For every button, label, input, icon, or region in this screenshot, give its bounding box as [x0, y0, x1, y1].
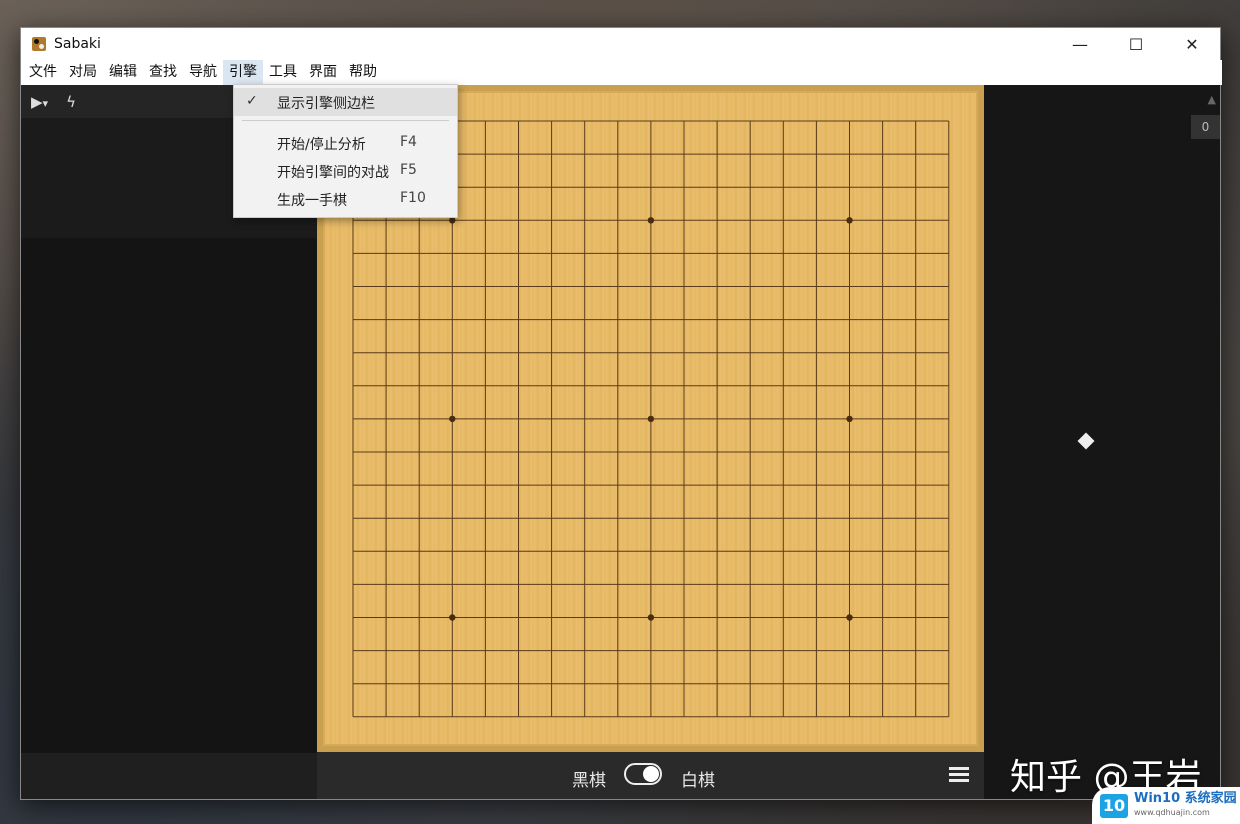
game-tree-panel: ▲ 0: [984, 85, 1220, 799]
game-tree-root-node[interactable]: [1077, 432, 1095, 450]
menu-bar: 文件 对局 编辑 查找 导航 引擎 工具 界面 帮助: [21, 60, 1222, 85]
engine-console-input[interactable]: [21, 753, 317, 799]
player-bar: 黑棋 白棋: [317, 752, 984, 799]
site-badge-name: Win10 系统家园: [1134, 790, 1237, 806]
player-toggle[interactable]: [624, 763, 662, 785]
star-point: [846, 614, 853, 621]
menu-file[interactable]: 文件: [23, 60, 63, 85]
menu-item-label: 开始/停止分析: [277, 137, 366, 153]
star-point: [846, 415, 853, 423]
checkmark-icon: ✓: [246, 93, 258, 109]
star-point: [449, 614, 456, 621]
menu-item-show-engine-sidebar[interactable]: ✓ 显示引擎侧边栏: [234, 88, 457, 116]
star-point: [647, 217, 655, 224]
menu-item-generate-move[interactable]: 生成一手棋 F10: [234, 185, 457, 213]
minimize-button[interactable]: —: [1052, 28, 1108, 60]
menu-view[interactable]: 界面: [303, 60, 343, 85]
lightning-icon[interactable]: ϟ: [66, 93, 76, 111]
star-point: [846, 217, 853, 224]
title-bar: Sabaki — ☐ ✕: [21, 28, 1220, 60]
play-icon: ▶: [31, 92, 43, 111]
menu-item-shortcut: F4: [400, 134, 417, 150]
maximize-button[interactable]: ☐: [1108, 28, 1164, 60]
menu-item-label: 开始引擎间的对战: [277, 165, 389, 181]
win10-logo-icon: 10: [1100, 793, 1128, 818]
menu-tools[interactable]: 工具: [263, 60, 303, 85]
engine-play-button[interactable]: ▶▾: [31, 93, 48, 111]
toggle-knob: [643, 766, 659, 782]
window-title: Sabaki: [54, 36, 101, 52]
menu-find[interactable]: 查找: [143, 60, 183, 85]
menu-item-shortcut: F10: [400, 190, 426, 206]
scroll-up-icon[interactable]: ▲: [1208, 93, 1216, 106]
app-window: Sabaki — ☐ ✕ 文件 对局 编辑 查找 导航 引擎 工具 界面 帮助 …: [20, 27, 1222, 800]
close-button[interactable]: ✕: [1164, 28, 1220, 60]
sabaki-logo-icon: [32, 37, 46, 51]
menu-game[interactable]: 对局: [63, 60, 103, 85]
menu-item-toggle-analysis[interactable]: 开始/停止分析 F4: [234, 129, 457, 157]
site-badge: 10 Win10 系统家园 www.qdhuajin.com: [1092, 787, 1240, 824]
star-point: [647, 614, 655, 621]
hamburger-menu-icon[interactable]: [949, 767, 969, 783]
chevron-down-icon: ▾: [42, 96, 49, 110]
menu-item-label: 生成一手棋: [277, 193, 347, 209]
star-point: [449, 415, 456, 423]
menu-help[interactable]: 帮助: [343, 60, 383, 85]
menu-engines[interactable]: 引擎: [223, 60, 263, 85]
black-player-label: 黑棋: [572, 771, 606, 791]
menu-item-label: 显示引擎侧边栏: [277, 96, 375, 112]
menu-separator: [242, 120, 449, 121]
star-point: [647, 415, 655, 423]
menu-edit[interactable]: 编辑: [103, 60, 143, 85]
engines-menu-dropdown: ✓ 显示引擎侧边栏 开始/停止分析 F4 开始引擎间的对战 F5 生成一手棋 F…: [233, 84, 458, 218]
white-player-label: 白棋: [681, 771, 715, 791]
menu-navigation[interactable]: 导航: [183, 60, 223, 85]
menu-item-engine-vs-engine[interactable]: 开始引擎间的对战 F5: [234, 157, 457, 185]
star-point: [449, 217, 456, 224]
menu-item-shortcut: F5: [400, 162, 417, 178]
move-number-badge: 0: [1191, 115, 1220, 139]
site-badge-url: www.qdhuajin.com: [1134, 807, 1210, 817]
